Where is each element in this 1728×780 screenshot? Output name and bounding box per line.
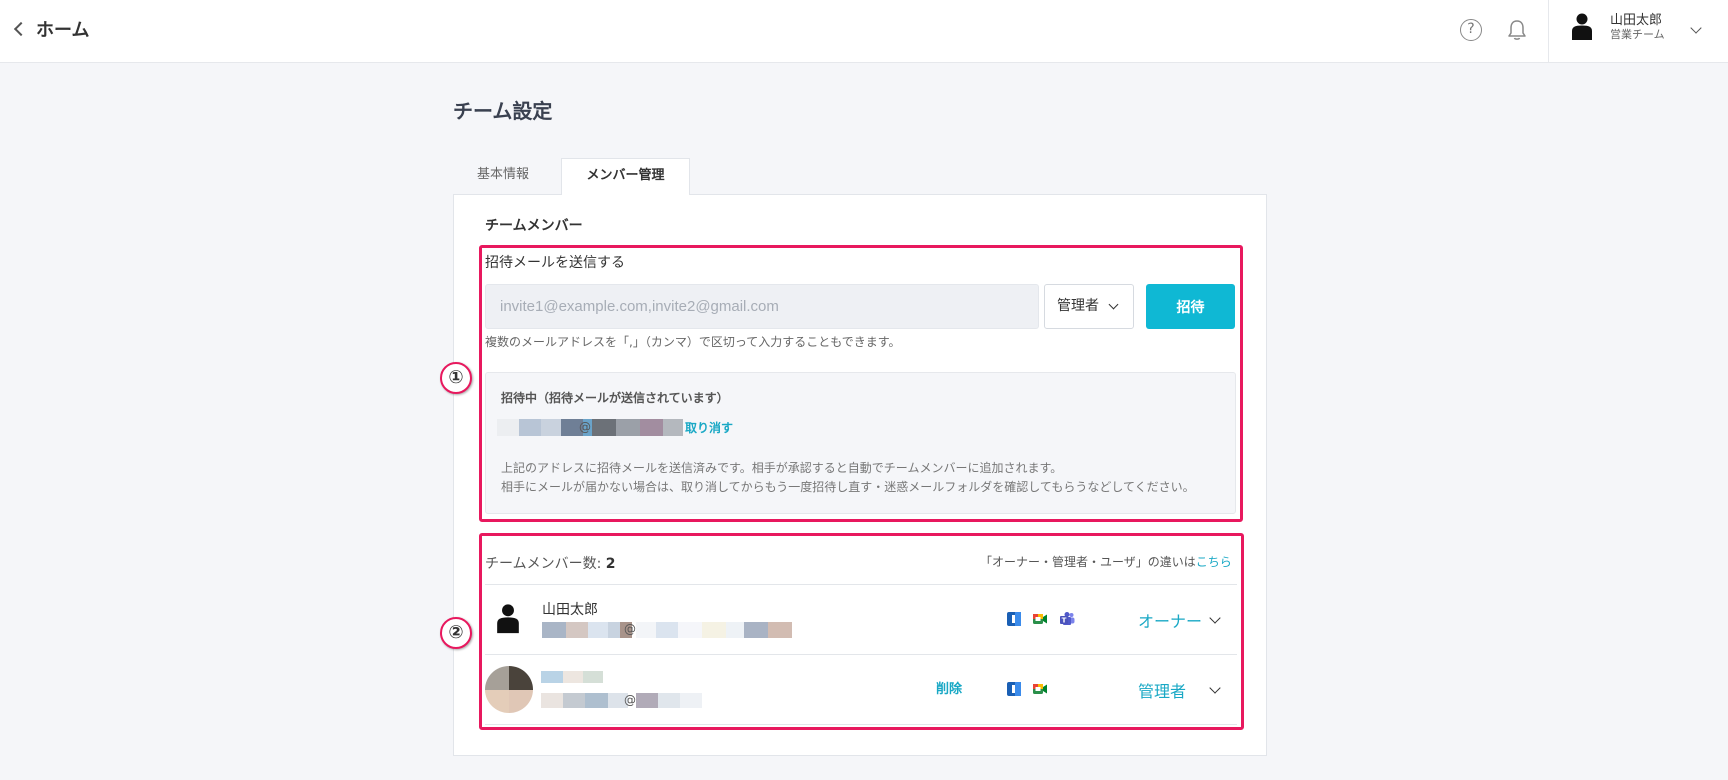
user-name: 山田太郎 (1610, 12, 1663, 28)
user-team: 営業チーム (1610, 27, 1665, 41)
user-menu[interactable]: 山田太郎 営業チーム (1570, 12, 1702, 42)
highlight-box-members (479, 533, 1244, 730)
top-bar: ホーム ? 山田太郎 営業チーム (0, 0, 1728, 63)
annotation-marker-2: ② (440, 617, 472, 649)
chevron-down-icon[interactable] (1690, 22, 1702, 34)
annotation-marker-1: ① (440, 362, 472, 394)
user-avatar-icon (1572, 13, 1592, 40)
bell-icon[interactable] (1506, 18, 1528, 42)
tab-basic-info[interactable]: 基本情報 (453, 158, 553, 195)
back-to-home-button[interactable]: ホーム (10, 16, 89, 42)
highlight-box-invite (479, 245, 1243, 522)
tab-member-management[interactable]: メンバー管理 (561, 158, 690, 195)
page-title: チーム設定 (453, 99, 553, 123)
header-divider (1548, 0, 1549, 63)
back-label: ホーム (36, 20, 90, 41)
section-title: チームメンバー (485, 218, 583, 234)
chevron-left-icon (13, 21, 29, 37)
help-icon[interactable]: ? (1460, 19, 1482, 41)
